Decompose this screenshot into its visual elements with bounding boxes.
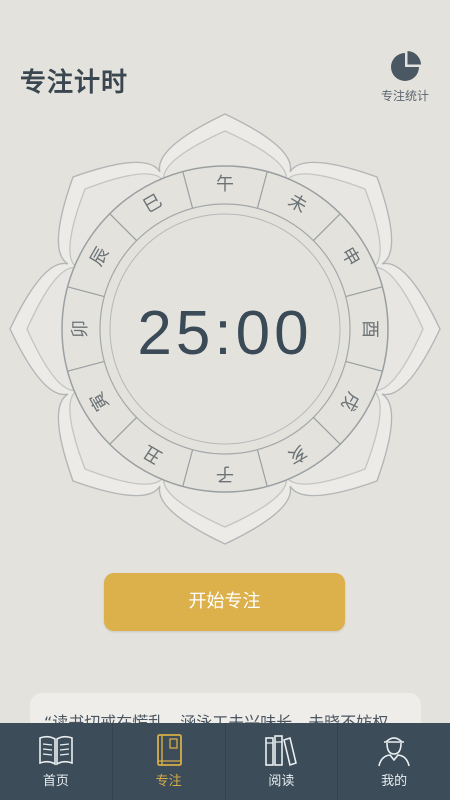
tab-reading[interactable]: 阅读 (226, 723, 339, 800)
header: 专注计时 专注统计 (0, 0, 450, 120)
closed-book-icon (156, 734, 182, 766)
scholar-avatar-icon (378, 737, 410, 767)
timer-display: 25:00 (137, 299, 313, 368)
focus-stats-button[interactable]: 专注统计 (374, 50, 436, 106)
branch-label: 午 (216, 174, 234, 195)
focus-stats-label: 专注统计 (380, 89, 429, 103)
page-title: 专注计时 (20, 68, 129, 98)
bottom-tab-bar: 首页 专注 阅读 我的 (0, 723, 450, 800)
branch-label: 子 (216, 463, 234, 484)
tab-focus-label: 专注 (155, 774, 182, 789)
tab-home-label: 首页 (42, 774, 69, 789)
tab-focus[interactable]: 专注 (113, 723, 226, 800)
tab-home[interactable]: 首页 (0, 723, 113, 800)
bookshelf-icon (265, 735, 298, 767)
open-book-icon (39, 735, 73, 766)
tab-profile[interactable]: 我的 (338, 723, 450, 800)
tab-reading-label: 阅读 (268, 774, 295, 789)
tab-profile-label: 我的 (381, 774, 408, 789)
start-focus-button[interactable]: 开始专注 (104, 573, 345, 631)
pie-chart-icon (391, 51, 421, 81)
